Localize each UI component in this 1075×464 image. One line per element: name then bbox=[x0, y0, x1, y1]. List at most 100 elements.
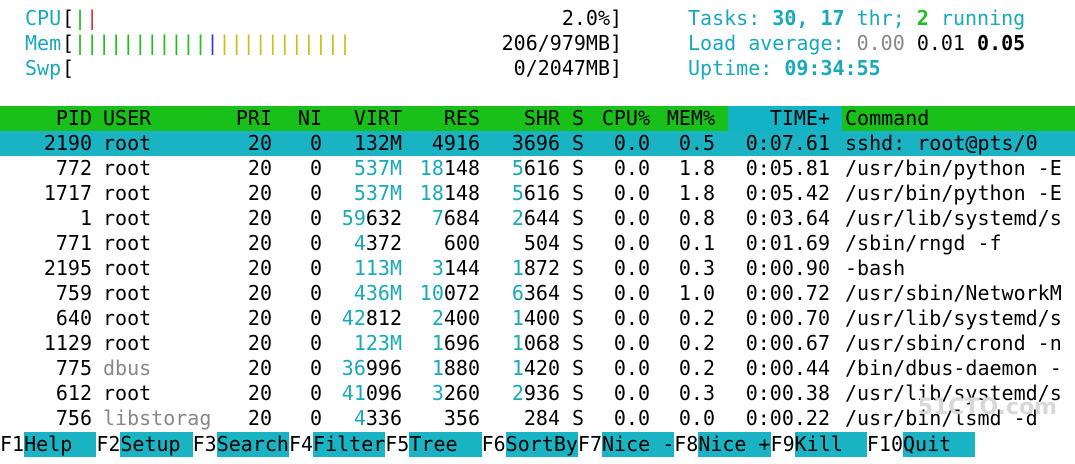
cell-virt: 41096 bbox=[341, 381, 402, 405]
col-shr[interactable]: SHR bbox=[490, 106, 560, 131]
cell-command: /bin/dbus-daemon - bbox=[845, 356, 1062, 380]
table-row[interactable]: 2195 root 20 0 113M 3144 1872 S 0.0 0.3 0:00.90 -ba… bbox=[0, 256, 1075, 281]
cell-virt: 36996 bbox=[341, 356, 402, 380]
swp-meter-value: 0/2047MB bbox=[513, 56, 610, 80]
cpu-meter-bar: [|| bbox=[62, 6, 99, 30]
cell-mem: 0.3 bbox=[678, 256, 715, 280]
cell-ni: 0 bbox=[309, 281, 322, 305]
cell-res: 600 bbox=[443, 231, 480, 255]
cell-mem: 0.3 bbox=[678, 381, 715, 405]
fkey-label-setup[interactable]: Setup bbox=[120, 432, 193, 457]
fkey-f6[interactable]: F6 bbox=[482, 432, 506, 457]
fkey-f10[interactable]: F10 bbox=[867, 432, 903, 457]
fkey-f9[interactable]: F9 bbox=[771, 432, 795, 457]
cell-shr: 504 bbox=[523, 231, 560, 255]
cell-pri: 20 bbox=[247, 131, 272, 155]
fkey-label-quit[interactable]: Quit bbox=[903, 432, 976, 457]
col-virt[interactable]: VIRT bbox=[330, 106, 402, 131]
col-cpu[interactable]: CPU% bbox=[590, 106, 650, 131]
col-res[interactable]: RES bbox=[410, 106, 480, 131]
cell-s: S bbox=[572, 231, 585, 255]
cell-pri: 20 bbox=[247, 256, 272, 280]
cell-mem: 0.2 bbox=[678, 306, 715, 330]
cell-user: root bbox=[103, 131, 152, 155]
cell-user: root bbox=[103, 256, 152, 280]
fkey-f8[interactable]: F8 bbox=[674, 432, 698, 457]
cell-ni: 0 bbox=[309, 256, 322, 280]
swp-meter-bar: [ bbox=[62, 56, 75, 80]
col-user[interactable]: USER bbox=[103, 106, 151, 131]
fkey-label-tree[interactable]: Tree bbox=[409, 432, 482, 457]
table-row[interactable]: 612 root 20 0 41096 3260 2936 S 0.0 0.3 0:00.38/us… bbox=[0, 381, 1075, 406]
cell-mem: 0.0 bbox=[678, 406, 715, 430]
cell-res: 18148 bbox=[419, 181, 480, 205]
table-row[interactable]: 640 root 20 0 42812 2400 1400 S 0.0 0.2 0:00.70/us… bbox=[0, 306, 1075, 331]
table-row-selected[interactable]: 2190 root 20 0 132M 4916 3696 S 0.0 0.5 0:07.61 ssh… bbox=[0, 131, 1075, 156]
cell-pid: 759 bbox=[55, 281, 92, 305]
cell-pid: 771 bbox=[55, 231, 92, 255]
cell-user: root bbox=[103, 206, 152, 230]
table-row[interactable]: 1717 root 20 0 537M 18148 5616 S 0.0 1.8 0:05.42/u… bbox=[0, 181, 1075, 206]
col-mem[interactable]: MEM% bbox=[655, 106, 715, 131]
table-row[interactable]: 772 root 20 0 537M 18148 5616 S 0.0 1.8 0:05.81/us… bbox=[0, 156, 1075, 181]
table-row[interactable]: 756 libstorag 20 0 4336 356 284 S 0.0 0.0 0:00.22/… bbox=[0, 406, 1075, 431]
col-ni[interactable]: NI bbox=[280, 106, 322, 131]
cell-shr: 1068 bbox=[511, 331, 560, 355]
fkey-label-filter[interactable]: Filter bbox=[313, 432, 385, 457]
cell-res: 3144 bbox=[431, 256, 480, 280]
fkey-label-nice[interactable]: Nice + bbox=[698, 432, 771, 457]
fkey-label-nice[interactable]: Nice - bbox=[602, 432, 674, 457]
cell-shr: 1872 bbox=[511, 256, 560, 280]
cell-s: S bbox=[572, 331, 585, 355]
cell-s: S bbox=[572, 381, 585, 405]
cell-virt: 4336 bbox=[353, 406, 402, 430]
cell-ni: 0 bbox=[309, 331, 322, 355]
cell-time: 0:07.61 bbox=[745, 131, 830, 155]
col-pri[interactable]: PRI bbox=[220, 106, 272, 131]
cell-pid: 1129 bbox=[43, 331, 92, 355]
col-pid[interactable]: PID bbox=[0, 106, 92, 131]
fkey-f3[interactable]: F3 bbox=[193, 432, 217, 457]
table-row[interactable]: 1 root 20 0 59632 7684 2644 S 0.0 0.8 0:03.64/usr/… bbox=[0, 206, 1075, 231]
fkey-label-search[interactable]: Search bbox=[216, 432, 289, 457]
cell-time: 0:00.44 bbox=[745, 356, 830, 380]
cell-user: root bbox=[103, 231, 152, 255]
fkey-f1[interactable]: F1 bbox=[0, 432, 24, 457]
fkey-label-help[interactable]: Help bbox=[24, 432, 97, 457]
cell-s: S bbox=[572, 181, 585, 205]
cell-pri: 20 bbox=[247, 306, 272, 330]
cell-user: root bbox=[103, 181, 152, 205]
cell-pri: 20 bbox=[247, 356, 272, 380]
fkey-label-kill[interactable]: Kill bbox=[794, 432, 867, 457]
fkey-f4[interactable]: F4 bbox=[289, 432, 313, 457]
table-row[interactable]: 775 dbus 20 0 36996 1880 1420 S 0.0 0.2 0:00.44/bi… bbox=[0, 356, 1075, 381]
table-row[interactable]: 1129 root 20 0 123M 1696 1068 S 0.0 0.2 0:00.67/us… bbox=[0, 331, 1075, 356]
cell-pid: 756 bbox=[55, 406, 92, 430]
cell-time: 0:00.72 bbox=[745, 281, 830, 305]
cell-virt: 537M bbox=[353, 181, 402, 205]
cell-user: dbus bbox=[103, 356, 152, 380]
cell-cpu: 0.0 bbox=[613, 231, 650, 255]
cell-res: 3260 bbox=[431, 381, 480, 405]
col-command[interactable]: Command bbox=[845, 106, 929, 131]
cell-time: 0:05.42 bbox=[745, 181, 830, 205]
fkey-f2[interactable]: F2 bbox=[96, 432, 120, 457]
fkey-f5[interactable]: F5 bbox=[385, 432, 409, 457]
cell-s: S bbox=[572, 156, 585, 180]
col-time-sorted[interactable]: TIME+ bbox=[728, 106, 842, 131]
cell-command: /usr/bin/python -E bbox=[845, 181, 1062, 205]
cell-s: S bbox=[572, 256, 585, 280]
cell-cpu: 0.0 bbox=[613, 406, 650, 430]
cell-virt: 537M bbox=[353, 156, 402, 180]
table-row[interactable]: 759 root 20 0 436M 10072 6364 S 0.0 1.0 0:00.72/us… bbox=[0, 281, 1075, 306]
fkey-f7[interactable]: F7 bbox=[578, 432, 602, 457]
cell-s: S bbox=[572, 406, 585, 430]
cell-mem: 1.8 bbox=[678, 181, 715, 205]
fkey-label-sortby[interactable]: SortBy bbox=[505, 432, 578, 457]
cell-mem: 0.2 bbox=[678, 356, 715, 380]
cell-time: 0:05.81 bbox=[745, 156, 830, 180]
table-row[interactable]: 771 root 20 0 4372 600 504 S 0.0 0.1 0:01.69/sbin/… bbox=[0, 231, 1075, 256]
cell-time: 0:03.64 bbox=[745, 206, 830, 230]
cell-shr: 2936 bbox=[511, 381, 560, 405]
col-state[interactable]: S bbox=[572, 106, 584, 131]
